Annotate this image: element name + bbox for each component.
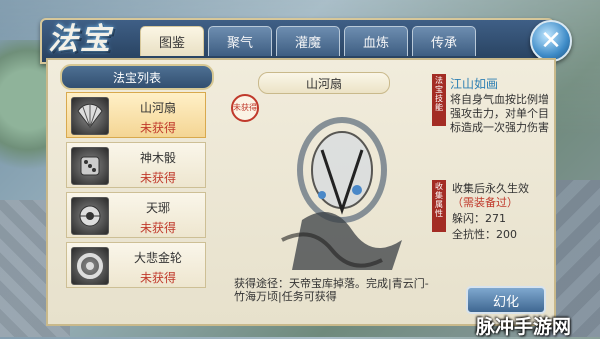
item-status: 未获得 <box>139 221 176 235</box>
stat-value: 200 <box>496 228 517 241</box>
item-name: 山河扇 <box>139 101 176 115</box>
watermark: 脉冲手游网 <box>476 316 572 338</box>
not-obtained-seal: 未获得 <box>231 94 259 122</box>
close-icon: ✕ <box>540 26 562 56</box>
item-name: 神木骰 <box>139 151 176 165</box>
tab-catalog[interactable]: 图鉴 <box>140 26 204 56</box>
list-item[interactable]: 大悲金轮 未获得 <box>66 242 206 288</box>
list-item[interactable]: 天琊 未获得 <box>66 192 206 238</box>
item-name: 天琊 <box>145 201 170 215</box>
stat-resistance: 全抗性：200 <box>452 226 517 242</box>
tab-bar: 图鉴 聚气 灌魔 血炼 传承 <box>140 26 480 56</box>
list-item[interactable]: 山河扇 未获得 <box>66 92 206 138</box>
collect-label: 收集属性 <box>432 180 446 232</box>
window-logo: 法宝 <box>48 22 112 57</box>
dice-icon <box>71 147 109 185</box>
collect-note: （需装备过） <box>452 196 518 209</box>
close-button[interactable]: ✕ <box>530 20 572 62</box>
item-status: 未获得 <box>139 121 176 135</box>
stat-label: 全抗性： <box>452 228 496 241</box>
treasure-artwork <box>262 100 412 275</box>
list-item[interactable]: 神木骰 未获得 <box>66 142 206 188</box>
stat-label: 躲闪： <box>452 212 485 225</box>
item-status: 未获得 <box>139 271 176 285</box>
tab-inherit[interactable]: 传承 <box>412 26 476 56</box>
source-text: 获得途径：天帝宝库掉落。完成|青云门-竹海万顷|任务可获得 <box>234 277 429 303</box>
tab-blood-refine[interactable]: 血炼 <box>344 26 408 56</box>
treasure-list: 山河扇 未获得 神木骰 未获得 天琊 未获得 大悲金轮 未获得 <box>66 92 206 292</box>
tianya-icon <box>71 197 109 235</box>
golden-wheel-icon <box>71 247 109 285</box>
skill-description: 将自身气血按比例增强攻击力，对单个目标造成一次强力伤害 <box>450 93 549 134</box>
item-name: 大悲金轮 <box>133 251 182 265</box>
tab-infuse[interactable]: 灌魔 <box>276 26 340 56</box>
item-status: 未获得 <box>139 171 176 185</box>
list-title: 法宝列表 <box>60 64 214 90</box>
stat-dodge: 躲闪：271 <box>452 210 506 226</box>
fan-icon <box>71 97 109 135</box>
tab-gather-qi[interactable]: 聚气 <box>208 26 272 56</box>
refine-button[interactable]: 幻化 <box>466 286 546 314</box>
skill-label: 法宝技能 <box>432 74 446 126</box>
treasure-title: 山河扇 <box>258 72 390 94</box>
skill-name: 江山如画 <box>450 77 499 91</box>
stat-value: 271 <box>485 212 506 225</box>
